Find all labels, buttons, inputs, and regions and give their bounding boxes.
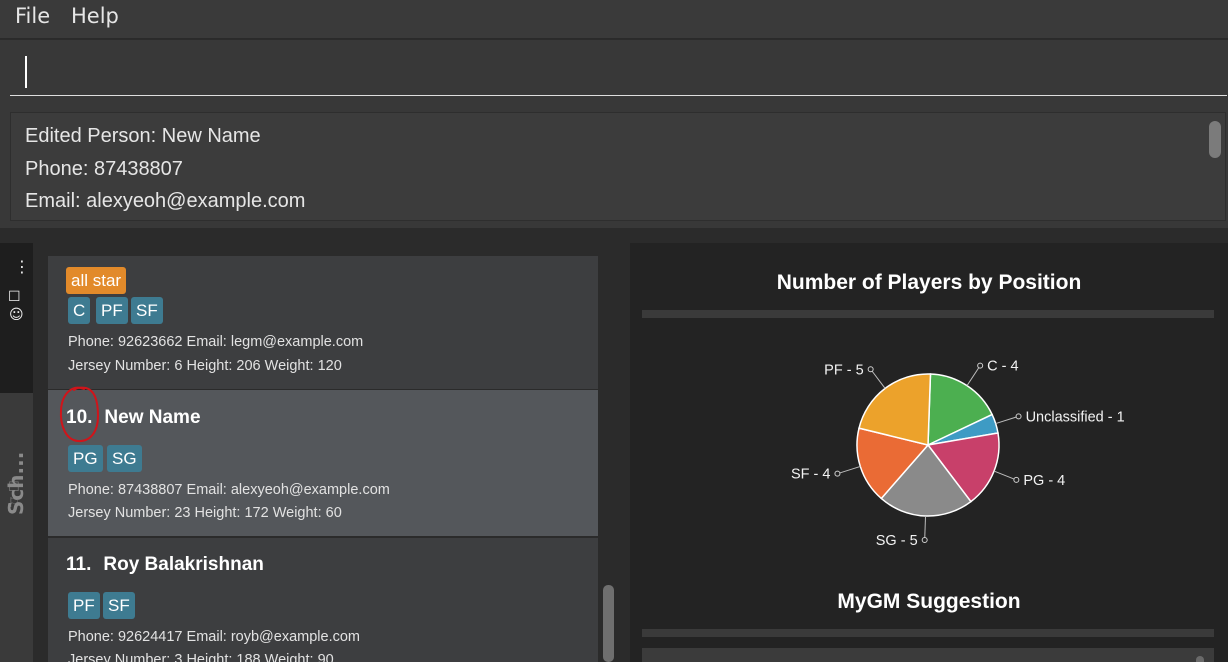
position-badge: PF (68, 592, 100, 619)
pie-leader-line (837, 465, 861, 475)
result-line: Phone: 87438807 (25, 158, 183, 180)
pie-leader-line (924, 515, 927, 540)
person-stats: Jersey Number: 3 Height: 188 Weight: 90 (68, 652, 334, 662)
result-scrollbar[interactable] (1209, 121, 1221, 158)
pie-leader-dot (977, 362, 984, 369)
pie-label-pg: PG - 4 (1023, 473, 1065, 489)
statistics-panel: Number of Players by Position C - 4 Uncla… (630, 243, 1228, 662)
result-display[interactable]: Edited Person: New Name Phone: 87438807 … (10, 112, 1226, 221)
pie-label-c: C - 4 (987, 359, 1018, 375)
pie-leader-line (870, 368, 886, 389)
pie-leader-dot (834, 470, 841, 477)
position-badge: C (68, 297, 91, 324)
pie-label-unclassified: Unclassified - 1 (1026, 409, 1125, 425)
suggestion-scrollbar[interactable] (1196, 656, 1204, 662)
sidebar-tab-schedule-label: Sch... (4, 451, 28, 515)
person-stats: Jersey Number: 6 Height: 206 Weight: 120 (68, 358, 342, 374)
list-scrollbar[interactable] (603, 585, 614, 662)
position-badge: SG (107, 445, 142, 472)
text-caret (25, 56, 27, 88)
smiley-icon: ☺ (9, 307, 24, 323)
pie-leader-line (995, 415, 1019, 425)
list-item-selected[interactable]: 10. New Name PG SG Phone: 87438807 Email:… (48, 390, 598, 536)
pie-leader-dot (1015, 413, 1022, 420)
pie-leader-dot (921, 536, 928, 543)
suggestion-box[interactable] (642, 648, 1214, 662)
list-item[interactable]: all star C PF SF Phone: 92623662 Email: … (48, 256, 598, 389)
tag-badge: all star (66, 267, 127, 294)
sidebar-tab-players[interactable]: ⋮ ☐ ☺ (0, 243, 33, 393)
person-stats: Jersey Number: 23 Height: 172 Weight: 60 (68, 505, 342, 521)
person-contact: Phone: 92624417 Email: royb@example.com (68, 629, 360, 645)
person-name: Roy Balakrishnan (103, 554, 264, 575)
result-display-container: Edited Person: New Name Phone: 87438807 … (0, 104, 1228, 228)
suggestion-divider (642, 629, 1214, 637)
pie-leader-line (966, 365, 981, 386)
position-badge: SF (103, 592, 135, 619)
person-index: 11. (66, 554, 92, 575)
result-line: Edited Person: New Name (25, 125, 261, 147)
square-icon: ☐ (8, 289, 21, 305)
pie-label-sf: SF - 4 (791, 467, 830, 483)
list-item[interactable]: 11. Roy Balakrishnan PF SF Phone: 9262441… (48, 538, 598, 662)
person-name-row: 11. Roy Balakrishnan (66, 554, 264, 576)
pie-leader-dot (867, 366, 874, 373)
menu-file[interactable]: File (15, 4, 50, 28)
pie-label-pf: PF - 5 (824, 362, 863, 378)
pie-label-sg: SG - 5 (876, 533, 918, 549)
sidebar-tab-schedule[interactable] (0, 393, 33, 662)
menu-bar: File Help (0, 0, 1228, 39)
more-options-icon[interactable]: ⋮ (14, 259, 30, 275)
command-box (0, 40, 1228, 104)
result-line: Email: alexyeoh@example.com (25, 190, 306, 212)
person-name: New Name (104, 407, 201, 428)
position-badge: SF (131, 297, 163, 324)
pie-leader-dot (1013, 476, 1020, 483)
person-index: 10. (66, 407, 93, 428)
command-input[interactable] (10, 52, 1227, 96)
menu-help[interactable]: Help (71, 4, 119, 28)
position-badge: PF (96, 297, 128, 324)
person-contact: Phone: 92623662 Email: legm@example.com (68, 334, 364, 350)
position-badge: PG (68, 445, 103, 472)
person-contact: Phone: 87438807 Email: alexyeoh@example.… (68, 482, 390, 498)
pie-leader-line (993, 470, 1017, 481)
suggestion-title: MyGM Suggestion (837, 590, 1021, 613)
person-name-row: 10. New Name (66, 407, 201, 429)
